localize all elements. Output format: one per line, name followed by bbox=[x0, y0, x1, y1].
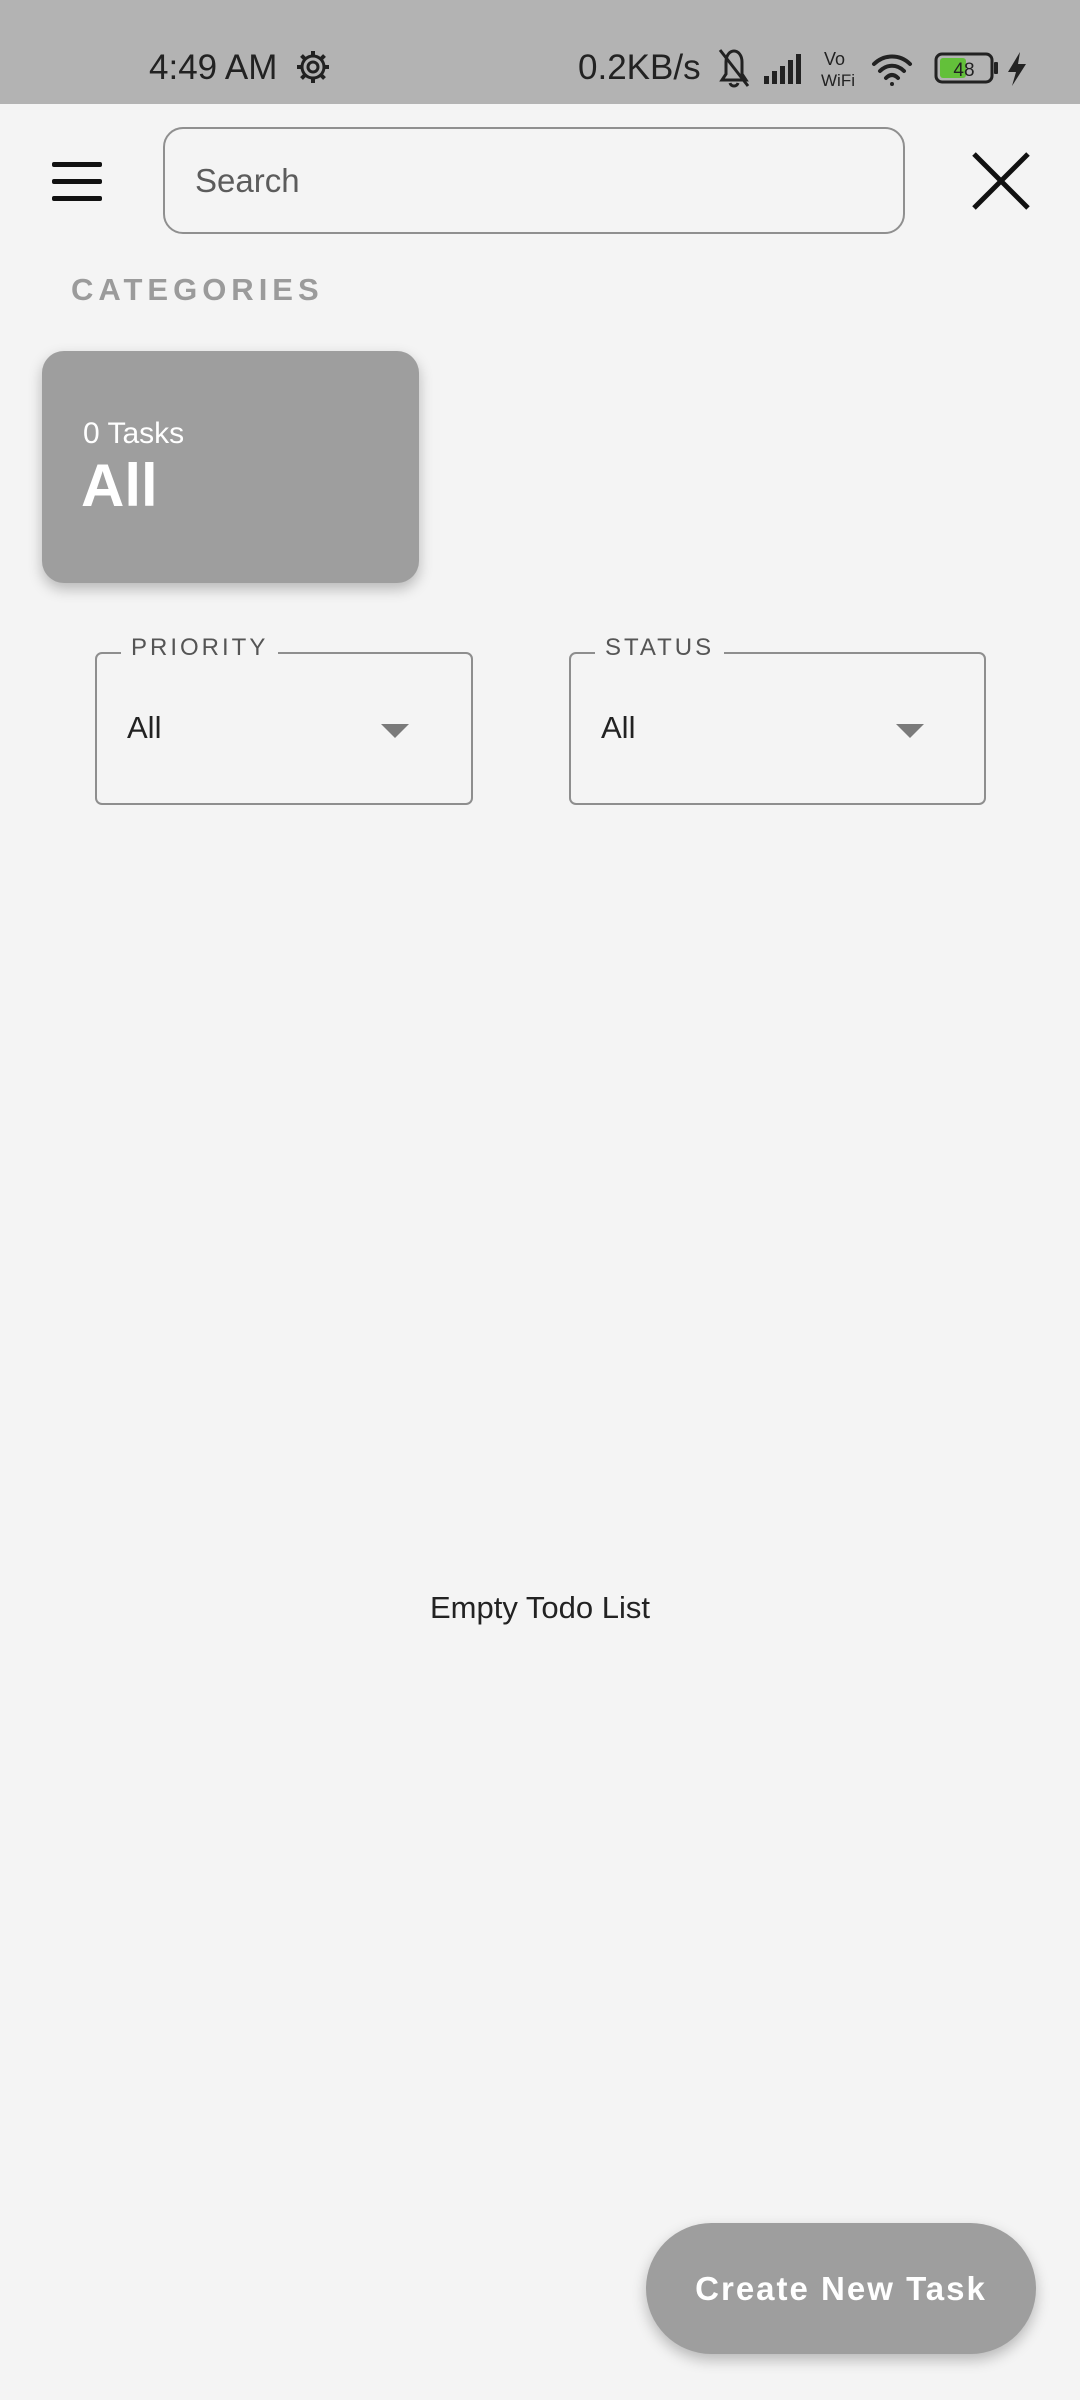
status-icons-group: Vo WiFi 48 bbox=[718, 49, 1026, 90]
chevron-down-icon bbox=[381, 724, 409, 738]
close-x-icon[interactable] bbox=[968, 148, 1034, 214]
settings-gear-icon bbox=[297, 51, 329, 83]
svg-text:Vo: Vo bbox=[824, 49, 845, 69]
svg-text:48: 48 bbox=[953, 60, 974, 81]
vowifi-icon: Vo WiFi bbox=[821, 49, 855, 90]
create-new-task-button[interactable]: Create New Task bbox=[646, 2223, 1036, 2354]
priority-dropdown[interactable]: PRIORITY All bbox=[95, 634, 473, 805]
charging-bolt-icon bbox=[1008, 52, 1026, 86]
status-label: STATUS bbox=[595, 634, 725, 662]
status-value: All bbox=[601, 710, 636, 745]
status-time: 4:49 AM bbox=[149, 48, 278, 87]
category-task-count: 0 Tasks bbox=[83, 417, 185, 450]
bell-muted-icon bbox=[718, 49, 750, 88]
battery-icon: 48 bbox=[934, 52, 998, 84]
svg-text:WiFi: WiFi bbox=[821, 71, 855, 90]
status-dropdown[interactable]: STATUS All bbox=[569, 634, 986, 805]
wifi-icon bbox=[872, 54, 912, 86]
status-bar: 4:49 AM 0.2KB/s Vo WiFi 48 bbox=[0, 0, 1080, 104]
network-speed: 0.2KB/s bbox=[578, 48, 701, 87]
categories-heading: CATEGORIES bbox=[71, 272, 324, 307]
category-name: All bbox=[81, 452, 158, 519]
search-input[interactable] bbox=[163, 127, 905, 234]
hamburger-menu-icon[interactable] bbox=[48, 160, 106, 204]
chevron-down-icon bbox=[896, 724, 924, 738]
empty-list-message: Empty Todo List bbox=[430, 1590, 650, 1625]
priority-value: All bbox=[127, 710, 162, 745]
priority-label: PRIORITY bbox=[121, 634, 279, 662]
signal-bars-icon bbox=[764, 54, 801, 84]
category-card-all[interactable]: 0 Tasks All bbox=[42, 351, 419, 583]
